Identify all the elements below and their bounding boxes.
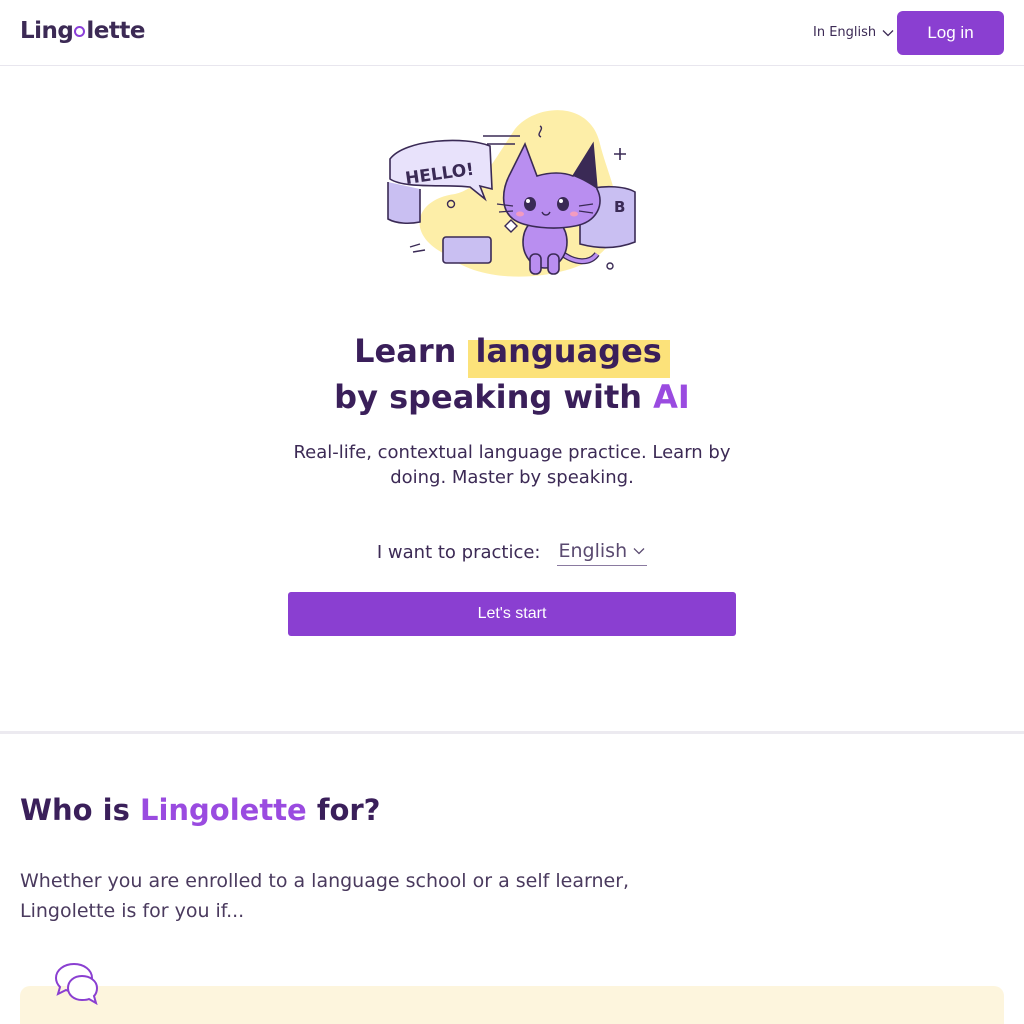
floating-card-shape [442, 236, 492, 264]
logo[interactable]: Ling lette [20, 18, 145, 44]
who-section-title: Who is Lingolette for? [20, 793, 381, 827]
headline-word-learn: Learn [354, 332, 457, 370]
ribbon-letter-b: B [614, 198, 625, 216]
who-title-prefix: Who is [20, 793, 130, 827]
interface-language-label: In English [813, 25, 877, 40]
audience-card [20, 986, 1004, 1024]
logo-text-end: lette [86, 18, 145, 44]
chevron-down-icon [882, 29, 894, 36]
chevron-down-icon [633, 548, 645, 555]
practice-label: I want to practice: [376, 541, 541, 563]
who-section-description: Whether you are enrolled to a language s… [20, 870, 630, 922]
who-title-brand: Lingolette [139, 793, 307, 827]
cat-mascot-illustration: HELLO! B [387, 110, 636, 277]
practice-language-select[interactable]: English [556, 538, 648, 566]
login-button[interactable]: Log in [897, 11, 1004, 55]
chat-bubbles-icon [54, 962, 99, 1006]
headline-highlight-languages: languages [467, 328, 671, 378]
headline-accent-ai: AI [653, 378, 690, 416]
practice-language-row: I want to practice: English [0, 538, 1024, 566]
hero-subtitle: Real-life, contextual language practice.… [293, 442, 731, 488]
headline-line-two: by speaking with [334, 378, 643, 416]
who-title-suffix: for? [316, 793, 381, 827]
practice-language-value: English [558, 540, 628, 562]
hero-headline: Learn languages by speaking with AI [0, 328, 1024, 420]
logo-o-mark [74, 26, 86, 37]
logo-text-start: Ling [20, 18, 74, 44]
top-navigation-bar: Ling lette In English Log in [0, 0, 1024, 66]
section-divider [0, 731, 1024, 734]
lets-start-button[interactable]: Let's start [288, 592, 736, 636]
interface-language-dropdown[interactable]: In English [813, 25, 894, 40]
